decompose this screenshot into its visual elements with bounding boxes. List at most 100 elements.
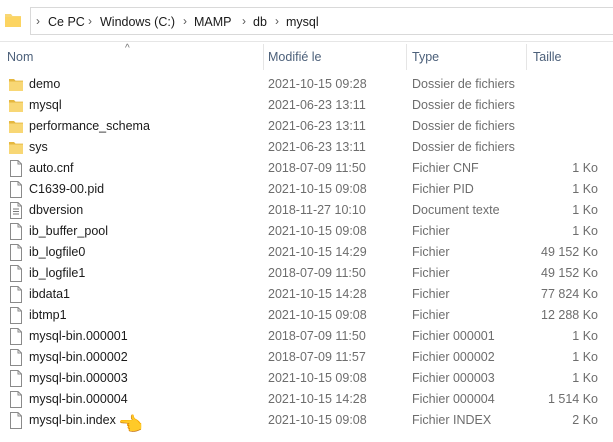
file-row[interactable]: ib_buffer_pool 2021-10-15 09:08 Fichier 1 K… xyxy=(0,221,613,242)
file-modified: 2021-06-23 13:11 xyxy=(268,140,366,154)
file-size: 77 824 Ko xyxy=(541,287,598,301)
file-icon xyxy=(9,370,23,387)
column-divider[interactable] xyxy=(406,44,407,70)
file-size: 1 Ko xyxy=(572,203,598,217)
file-modified: 2021-10-15 09:08 xyxy=(268,371,367,385)
file-list: demo 2021-10-15 09:28 Dossier de fichiers m… xyxy=(0,74,613,431)
file-name: ibtmp1 xyxy=(29,308,67,322)
file-row[interactable]: mysql-bin.000002 2018-07-09 11:57 Fichier … xyxy=(0,347,613,368)
file-modified: 2018-07-09 11:50 xyxy=(268,329,366,343)
file-row[interactable]: ibtmp1 2021-10-15 09:08 Fichier 12 288 Ko xyxy=(0,305,613,326)
file-row[interactable]: mysql-bin.index 2021-10-15 09:08 Fichier I… xyxy=(0,410,613,431)
breadcrumb-separator: › xyxy=(183,14,187,28)
file-icon xyxy=(9,349,23,366)
file-size: 2 Ko xyxy=(572,413,598,427)
file-type: Fichier 000003 xyxy=(412,371,495,385)
folder-icon xyxy=(9,118,23,135)
breadcrumb-separator: › xyxy=(88,14,92,28)
breadcrumb-ce-pc[interactable]: Ce PC xyxy=(48,15,85,29)
file-modified: 2021-10-15 14:28 xyxy=(268,287,367,301)
file-icon xyxy=(9,160,23,177)
file-name: mysql xyxy=(29,98,62,112)
file-row[interactable]: demo 2021-10-15 09:28 Dossier de fichiers xyxy=(0,74,613,95)
breadcrumb-db[interactable]: db xyxy=(253,15,267,29)
file-type: Dossier de fichiers xyxy=(412,98,515,112)
column-header-modified[interactable]: Modifié le xyxy=(268,50,322,64)
file-size: 1 514 Ko xyxy=(547,392,598,406)
file-size: 49 152 Ko xyxy=(541,266,598,280)
file-type: Fichier xyxy=(412,245,450,259)
file-type: Fichier 000001 xyxy=(412,329,495,343)
breadcrumb-mysql[interactable]: mysql xyxy=(286,15,319,29)
file-type: Fichier 000004 xyxy=(412,392,495,406)
file-name: ib_logfile0 xyxy=(29,245,86,259)
sort-ascending-icon: ^ xyxy=(125,43,130,54)
file-modified: 2018-07-09 11:50 xyxy=(268,266,366,280)
file-size: 12 288 Ko xyxy=(541,308,598,322)
file-type: Fichier xyxy=(412,287,450,301)
column-header-type[interactable]: Type xyxy=(412,50,439,64)
file-name: mysql-bin.000001 xyxy=(29,329,128,343)
file-modified: 2021-06-23 13:11 xyxy=(268,119,366,133)
file-size: 1 Ko xyxy=(572,161,598,175)
file-modified: 2018-11-27 10:10 xyxy=(268,203,366,217)
file-icon xyxy=(9,265,23,282)
file-name: dbversion xyxy=(29,203,84,217)
file-row[interactable]: mysql-bin.000001 2018-07-09 11:50 Fichier … xyxy=(0,326,613,347)
file-modified: 2018-07-09 11:57 xyxy=(268,350,366,364)
breadcrumb-windows-c[interactable]: Windows (C:) xyxy=(100,15,175,29)
file-row[interactable]: performance_schema 2021-06-23 13:11 Dossie… xyxy=(0,116,613,137)
file-icon xyxy=(9,307,23,324)
column-divider[interactable] xyxy=(526,44,527,70)
file-row[interactable]: ib_logfile1 2018-07-09 11:50 Fichier 49 152… xyxy=(0,263,613,284)
file-icon xyxy=(9,391,23,408)
file-name: demo xyxy=(29,77,61,91)
folder-icon xyxy=(9,97,23,114)
file-row[interactable]: ibdata1 2021-10-15 14:28 Fichier 77 824 Ko xyxy=(0,284,613,305)
file-size: 1 Ko xyxy=(572,329,598,343)
file-row[interactable]: sys 2021-06-23 13:11 Dossier de fichiers xyxy=(0,137,613,158)
column-header: ^ Nom Modifié le Type Taille xyxy=(0,42,613,72)
file-name: performance_schema xyxy=(29,119,150,133)
file-type: Fichier xyxy=(412,266,450,280)
column-header-name[interactable]: Nom xyxy=(7,50,33,64)
breadcrumb-mamp[interactable]: MAMP xyxy=(194,15,232,29)
file-row[interactable]: mysql-bin.000004 2021-10-15 14:28 Fichier … xyxy=(0,389,613,410)
file-modified: 2021-10-15 09:28 xyxy=(268,77,367,91)
folder-icon xyxy=(9,76,23,93)
file-icon xyxy=(9,412,23,429)
file-name: C1639-00.pid xyxy=(29,182,105,196)
file-name: sys xyxy=(29,140,48,154)
folder-icon xyxy=(9,139,23,156)
file-name: ibdata1 xyxy=(29,287,71,301)
file-row[interactable]: mysql-bin.000003 2021-10-15 09:08 Fichier … xyxy=(0,368,613,389)
file-modified: 2021-10-15 14:28 xyxy=(268,392,367,406)
file-size: 1 Ko xyxy=(572,350,598,364)
file-size: 1 Ko xyxy=(572,224,598,238)
file-modified: 2021-10-15 09:08 xyxy=(268,308,367,322)
file-row[interactable]: C1639-00.pid 2021-10-15 09:08 Fichier PID 1… xyxy=(0,179,613,200)
file-modified: 2021-10-15 09:08 xyxy=(268,413,367,427)
file-row[interactable]: auto.cnf 2018-07-09 11:50 Fichier CNF 1 Ko xyxy=(0,158,613,179)
file-name: mysql-bin.000002 xyxy=(29,350,128,364)
breadcrumb[interactable]: › Ce PC › Windows (C:) › MAMP › db › mys… xyxy=(30,7,613,35)
file-name: auto.cnf xyxy=(29,161,74,175)
file-row[interactable]: mysql 2021-06-23 13:11 Dossier de fichiers xyxy=(0,95,613,116)
address-bar: › Ce PC › Windows (C:) › MAMP › db › mys… xyxy=(0,0,613,42)
file-type: Fichier INDEX xyxy=(412,413,492,427)
file-type: Dossier de fichiers xyxy=(412,140,515,154)
file-type: Fichier xyxy=(412,224,450,238)
text-document-icon xyxy=(9,202,23,219)
file-row[interactable]: ib_logfile0 2021-10-15 14:29 Fichier 49 152… xyxy=(0,242,613,263)
file-size: 49 152 Ko xyxy=(541,245,598,259)
column-header-size[interactable]: Taille xyxy=(533,50,562,64)
file-icon xyxy=(9,286,23,303)
file-modified: 2018-07-09 11:50 xyxy=(268,161,366,175)
file-type: Dossier de fichiers xyxy=(412,77,515,91)
file-name: mysql-bin.000004 xyxy=(29,392,128,406)
backhand-index-pointing-left-icon: 👈 xyxy=(118,414,143,436)
file-name: ib_buffer_pool xyxy=(29,224,109,238)
column-divider[interactable] xyxy=(263,44,264,70)
file-row[interactable]: dbversion 2018-11-27 10:10 Document texte 1… xyxy=(0,200,613,221)
file-icon xyxy=(9,223,23,240)
